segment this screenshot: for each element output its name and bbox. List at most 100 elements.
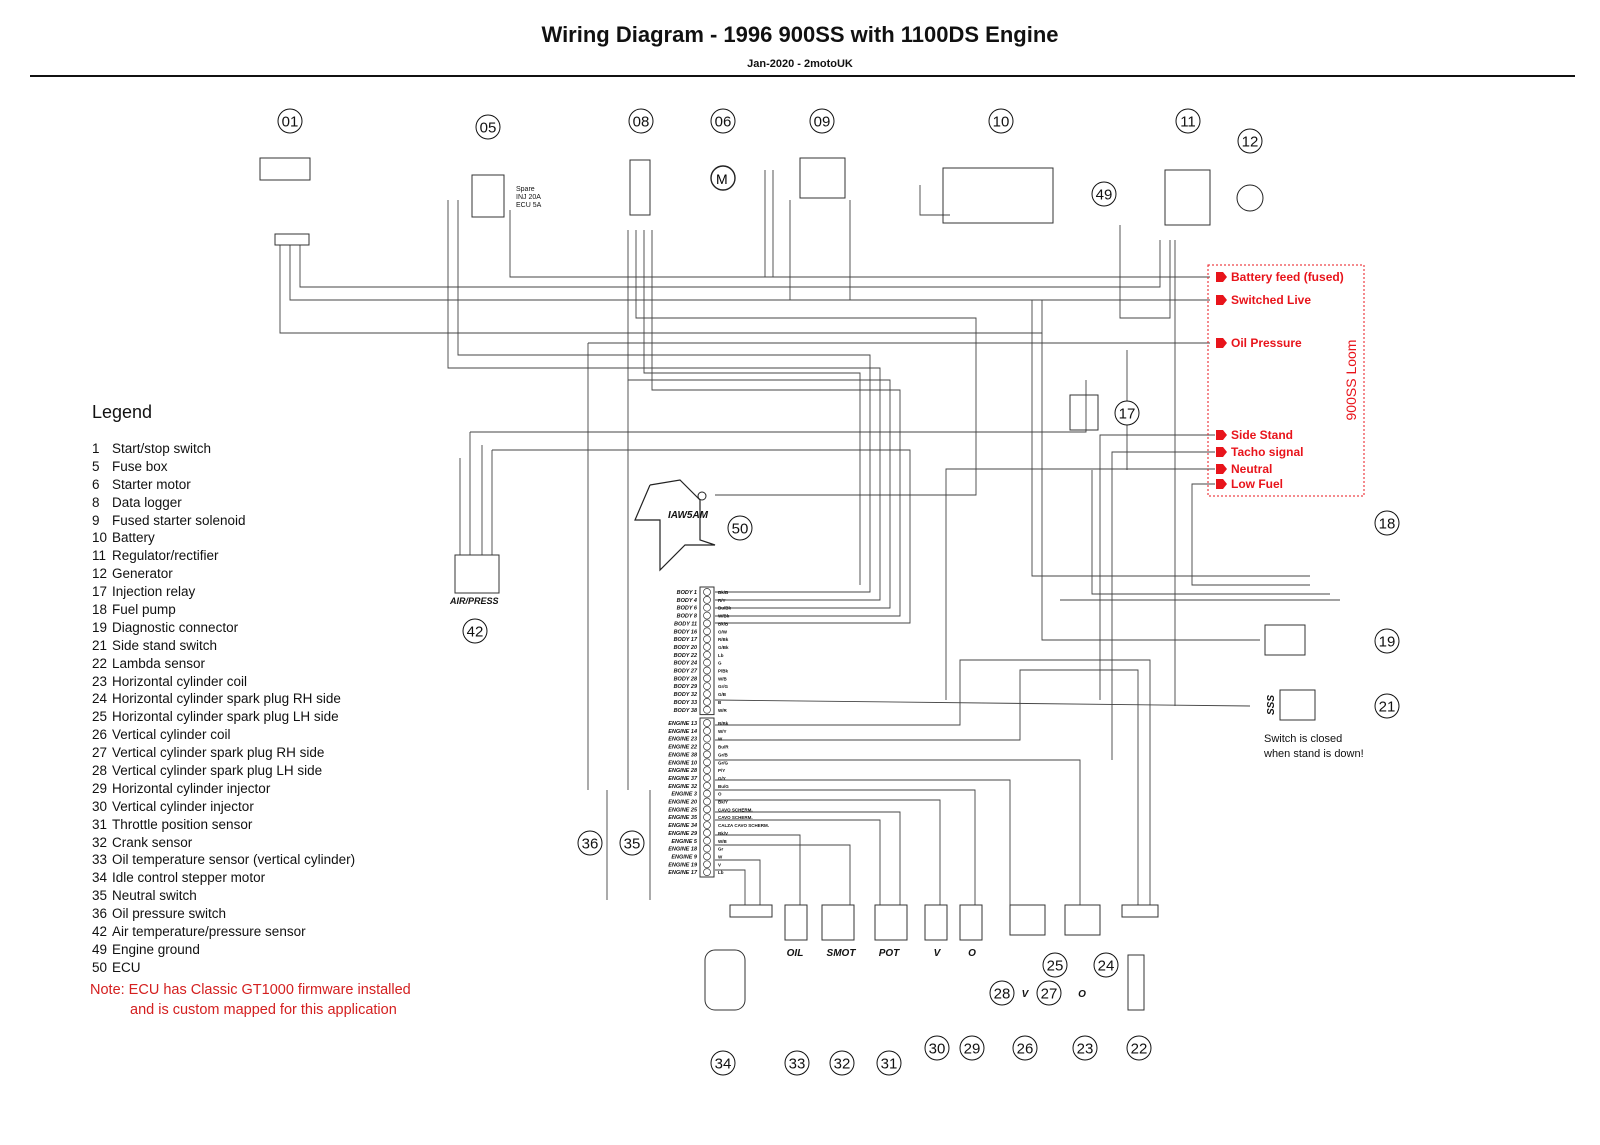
ecu-pin (703, 611, 711, 620)
wire (715, 869, 746, 905)
component-symbol (784, 904, 808, 941)
connector-arrow-icon (1216, 338, 1227, 348)
ecu-pin (703, 836, 711, 845)
component-symbol (259, 157, 311, 181)
component-number: 32 (834, 1056, 851, 1073)
wire-color-label: Lb (718, 653, 724, 658)
wire (635, 230, 977, 496)
wire-color-label: P/Bk (718, 669, 729, 674)
ecu-pin (703, 674, 711, 683)
component-number: 33 (789, 1056, 806, 1073)
ecu-pin (703, 766, 711, 774)
component-number: 28 (994, 986, 1011, 1003)
wire (509, 210, 1210, 278)
component-symbol (942, 167, 1054, 224)
ecu-mount-icon (697, 491, 707, 501)
wire-color-label: Bk/B (718, 590, 729, 595)
connector-01 (274, 233, 310, 246)
ecu-pin-label: ENGINE 3 (671, 792, 697, 798)
wire (299, 240, 1161, 288)
connector-arrow-icon (1216, 447, 1227, 457)
ecu-pin-label: ENGINE 9 (671, 854, 698, 860)
ecu-pin (703, 690, 711, 698)
wire (715, 759, 1081, 905)
wire (919, 185, 950, 216)
sensor-label: O (1078, 989, 1086, 1000)
ecu-pin (703, 750, 711, 759)
wire-color-label: W/Bk (718, 614, 730, 619)
wire (1119, 225, 1171, 319)
wire-color-label: B/Bk (718, 721, 729, 726)
ecu-pin-label: ENGINE 14 (668, 729, 697, 735)
wire (715, 659, 1151, 905)
wire-color-label: W/R (718, 708, 727, 713)
component-symbol (729, 904, 773, 918)
component-symbol (454, 554, 500, 594)
component-number: 08 (633, 114, 650, 131)
wire (651, 230, 901, 617)
wire-color-label: O (718, 792, 722, 797)
wire-color-label: W (718, 854, 723, 859)
connector-arrow-icon (1216, 430, 1227, 440)
ecu-pin (703, 844, 711, 853)
ecu-pin-label: BODY 24 (674, 661, 697, 667)
ecu-pin (703, 852, 711, 861)
sensor-label: POT (879, 948, 900, 959)
wire-color-label: W/B (718, 839, 727, 844)
ecu-pin-label: ENGINE 20 (668, 800, 697, 806)
component-number: 12 (1242, 134, 1259, 151)
component-number: 30 (929, 1041, 946, 1058)
ecu-pin-label: ENGINE 25 (668, 807, 698, 813)
component-number: 27 (1041, 986, 1058, 1003)
ecu-pin (703, 789, 711, 798)
ecu-pin (703, 781, 711, 790)
lambda-sensor-symbol (1127, 954, 1145, 1011)
wire (715, 669, 1139, 905)
ecu-pin (703, 603, 711, 612)
wire-color-label: CALZA CAVO SCHERM. (718, 823, 769, 828)
wire-color-label: R/Y (718, 598, 726, 603)
component-number: 11 (1180, 114, 1196, 131)
ecu-pin (703, 726, 711, 735)
ecu-pin-label: BODY 33 (674, 700, 697, 706)
ecu-pin (703, 829, 711, 837)
ecu-pin-label: ENGINE 13 (668, 721, 697, 727)
component-number: 22 (1131, 1041, 1148, 1058)
ecu-pin (703, 698, 711, 706)
component-number: 35 (624, 836, 641, 853)
wire-color-label: G/Y (718, 776, 726, 781)
component-symbol (1069, 394, 1099, 431)
wire (289, 245, 1210, 301)
motor-symbol: M (716, 171, 728, 187)
ecu-pin (703, 650, 711, 659)
ecu-pin-label: ENGINE 22 (668, 745, 697, 751)
wire-color-label: Bk/B (718, 621, 729, 626)
component-symbol (1009, 904, 1046, 936)
ecu-pin-label: BODY 4 (677, 598, 697, 604)
wire (1191, 483, 1310, 586)
wire (714, 699, 1251, 707)
ecu-pin-label: ENGINE 19 (668, 862, 698, 868)
loom-output-label: Battery feed (fused) (1231, 270, 1344, 284)
wire-color-label: G/B (718, 692, 727, 697)
ecu-pin-label: ENGINE 10 (668, 760, 697, 766)
component-symbol (1264, 624, 1306, 656)
ecu-pin-label: BODY 38 (674, 708, 698, 714)
ecu-pin (703, 805, 711, 814)
wire (1091, 470, 1330, 595)
component-number: 24 (1098, 958, 1115, 975)
wire-color-label: Gr/G (718, 684, 729, 689)
ecu-pin (703, 734, 711, 743)
ecu-pin-label: ENGINE 28 (668, 768, 698, 774)
loom-output-label: Oil Pressure (1231, 336, 1302, 350)
stepper-motor-symbol (704, 949, 746, 1011)
wire (447, 200, 881, 601)
component-number: 10 (993, 114, 1010, 131)
ecu-pin-label: BODY 8 (677, 614, 698, 620)
component-number: 09 (814, 114, 831, 131)
ecu-pin (703, 821, 711, 829)
wire-color-label: B (718, 700, 722, 705)
wire-color-label: CAVO SCHERM. (718, 807, 753, 812)
component-symbol (471, 174, 505, 218)
ecu-pin-label: BODY 27 (674, 669, 698, 675)
